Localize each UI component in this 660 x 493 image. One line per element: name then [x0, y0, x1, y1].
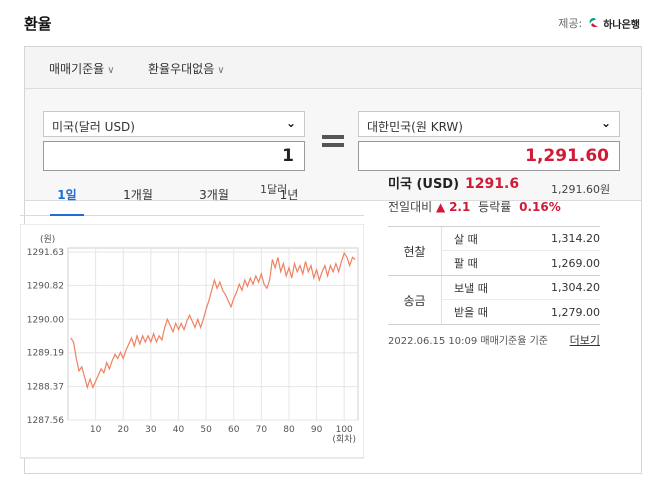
from-currency-label: 미국(달러 USD) — [52, 120, 135, 134]
x-tick-label: 20 — [118, 425, 130, 435]
x-tick-label: 40 — [173, 425, 185, 435]
row-label: 보낼 때 — [454, 281, 488, 295]
x-tick-label: 100 — [336, 425, 353, 435]
row-value: 1,269.00 — [551, 256, 600, 270]
header: 환율 제공: 하나은행 — [0, 0, 660, 44]
group-label: 현찰 — [388, 227, 442, 275]
rate-chart-svg: (원) 1291.63 1290.82 1290.00 1289.19 1288.37 12… — [19, 223, 365, 459]
remit-group: 송금 보낼 때 1,304.20 받을 때 1,279.00 — [388, 276, 600, 325]
currency-name: 미국 (USD) — [388, 177, 460, 192]
chevron-down-icon: ∨ — [217, 65, 225, 76]
row-label: 살 때 — [454, 232, 478, 246]
up-arrow-icon: ▲ — [436, 200, 446, 214]
y-tick-label: 1291.63 — [27, 248, 64, 258]
current-rate: 1291.6 — [465, 176, 520, 192]
rate-type-filter[interactable]: 매매기준율 ∨ — [49, 60, 115, 77]
change-value: 2.1 — [449, 200, 471, 214]
cash-group: 현찰 살 때 1,314.20 팔 때 1,269.00 — [388, 227, 600, 276]
chevron-down-icon: ⌄ — [285, 116, 296, 130]
x-tick-label: 80 — [283, 425, 295, 435]
hana-bank-icon — [589, 18, 599, 28]
table-row: 받을 때 1,279.00 — [442, 300, 600, 324]
ratio-value: 0.16% — [519, 200, 561, 214]
x-tick-label: 30 — [145, 425, 157, 435]
y-tick-label: 1289.19 — [27, 349, 64, 359]
footer: 2022.06.15 10:09 매매기준율 기준 더보기 — [388, 332, 600, 348]
x-tick-label: 50 — [200, 425, 212, 435]
period-tabs: 1일 1개월 3개월 1년 — [20, 186, 364, 216]
x-tick-label: 90 — [311, 425, 323, 435]
change-label: 전일대비 — [388, 200, 433, 214]
page-title: 환율 — [24, 15, 52, 33]
y-tick-label: 1288.37 — [27, 383, 64, 393]
preference-filter[interactable]: 환율우대없음 ∨ — [148, 60, 225, 77]
filter-bar: 매매기준율 ∨ 환율우대없음 ∨ — [25, 47, 641, 89]
x-tick-label: 70 — [256, 425, 268, 435]
row-value: 1,279.00 — [551, 305, 600, 319]
row-label: 팔 때 — [454, 257, 478, 270]
table-row: 보낼 때 1,304.20 — [442, 276, 600, 300]
filter-label: 매매기준율 — [49, 62, 105, 76]
from-currency-select[interactable]: 미국(달러 USD) ⌄ — [43, 111, 305, 137]
group-label: 송금 — [388, 276, 442, 324]
tab-3month[interactable]: 3개월 — [192, 186, 236, 216]
ratio-label: 등락률 — [478, 200, 512, 214]
row-value: 1,314.20 — [551, 232, 600, 245]
equals-icon — [322, 135, 344, 149]
provider-info: 제공: 하나은행 — [558, 15, 640, 31]
bank-logo: 하나은행 — [588, 16, 640, 31]
to-amount-input[interactable]: 1,291.60 — [358, 141, 620, 171]
row-value: 1,304.20 — [551, 281, 600, 294]
to-currency-label: 대한민국(원 KRW) — [367, 120, 463, 134]
y-tick-label: 1290.00 — [27, 315, 64, 325]
tab-1month[interactable]: 1개월 — [116, 186, 160, 216]
y-tick-label: 1287.56 — [27, 416, 64, 426]
table-row: 팔 때 1,269.00 — [442, 251, 600, 275]
rate-chart: (원) 1291.63 1290.82 1290.00 1289.19 1288.37 12… — [19, 223, 365, 466]
row-label: 받을 때 — [454, 306, 488, 319]
provider-label: 제공: — [558, 17, 583, 30]
plot-area — [67, 247, 359, 421]
x-axis-unit: (회차) — [332, 433, 356, 445]
timestamp: 2022.06.15 10:09 매매기준율 기준 — [388, 336, 549, 347]
bank-name: 하나은행 — [603, 19, 640, 31]
chevron-down-icon: ⌄ — [600, 116, 611, 130]
chevron-down-icon: ∨ — [107, 65, 115, 76]
tab-1day[interactable]: 1일 — [50, 186, 84, 216]
more-link[interactable]: 더보기 — [570, 332, 600, 348]
x-tick-label: 60 — [228, 425, 240, 435]
x-tick-label: 10 — [90, 425, 102, 435]
from-amount-input[interactable]: 1 — [43, 141, 305, 171]
y-tick-label: 1290.82 — [27, 281, 64, 291]
tab-1year[interactable]: 1년 — [272, 186, 306, 216]
filter-label: 환율우대없음 — [148, 62, 215, 76]
rates-table: 현찰 살 때 1,314.20 팔 때 1,269.00 송금 보낼 때 1,304.… — [388, 226, 600, 325]
rate-summary: 미국 (USD) 1291.6 전일대비 ▲ 2.1 등락률 0.16% — [388, 173, 618, 215]
y-axis-unit: (원) — [40, 234, 55, 245]
to-currency-select[interactable]: 대한민국(원 KRW) ⌄ — [358, 111, 620, 137]
table-row: 살 때 1,314.20 — [442, 227, 600, 251]
